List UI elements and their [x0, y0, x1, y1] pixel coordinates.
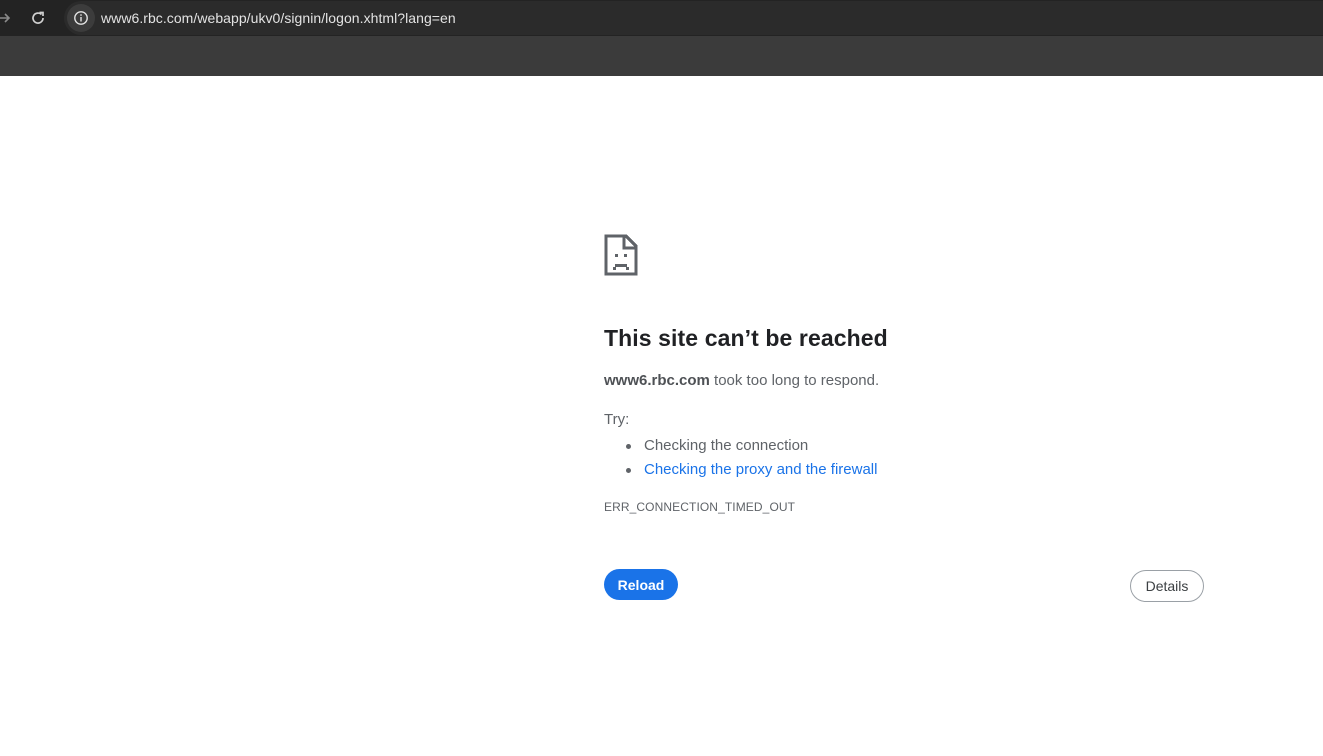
url-text[interactable]: www6.rbc.com/webapp/ukv0/signin/logon.xh… [101, 10, 456, 26]
info-icon [74, 11, 88, 25]
bookmarks-bar [0, 36, 1323, 76]
forward-button[interactable] [0, 4, 18, 32]
error-description: www6.rbc.com took too long to respond. [604, 372, 879, 389]
suggestion-check-connection: Checking the connection [604, 434, 877, 458]
forward-arrow-icon [0, 13, 11, 23]
address-bar[interactable]: www6.rbc.com/webapp/ukv0/signin/logon.xh… [64, 1, 1323, 35]
error-title: This site can’t be reached [604, 325, 888, 351]
details-button[interactable]: Details [1130, 570, 1204, 602]
error-code: ERR_CONNECTION_TIMED_OUT [604, 500, 796, 514]
reload-button[interactable]: Reload [604, 569, 678, 600]
suggestion-list: Checking the connection Checking the pro… [604, 434, 877, 482]
site-info-button[interactable] [67, 4, 95, 32]
browser-toolbar: www6.rbc.com/webapp/ukv0/signin/logon.xh… [0, 0, 1323, 36]
error-message: took too long to respond. [709, 372, 880, 389]
reload-page-button[interactable] [24, 4, 52, 32]
reload-icon [32, 11, 44, 24]
sad-document-icon [604, 234, 638, 276]
error-host: www6.rbc.com [604, 372, 710, 389]
suggestion-check-proxy-link[interactable]: Checking the proxy and the firewall [604, 458, 877, 482]
try-label: Try: [604, 411, 630, 428]
